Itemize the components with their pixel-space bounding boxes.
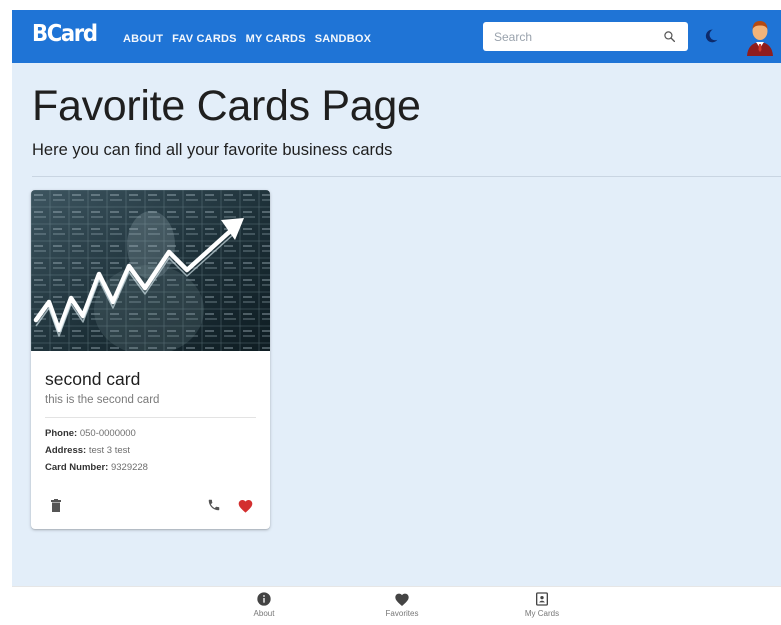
nav-my-cards[interactable]: MY CARDS <box>246 33 306 45</box>
nav-sandbox[interactable]: SANDBOX <box>315 33 371 45</box>
card-address: Address: test 3 test <box>45 445 130 456</box>
nav-about[interactable]: ABOUT <box>123 33 163 45</box>
page-title: Favorite Cards Page <box>32 82 421 130</box>
phone-icon[interactable] <box>207 498 221 512</box>
bottom-nav-my-cards[interactable]: My Cards <box>502 591 582 618</box>
card-image-stock-chart <box>31 190 270 351</box>
card-phone: Phone: 050-0000000 <box>45 428 136 439</box>
card-number-label: Card Number: <box>45 462 109 473</box>
bottom-nav-my-cards-label: My Cards <box>524 609 560 618</box>
bottom-nav: About Favorites My Cards <box>12 586 781 625</box>
bottom-nav-favorites[interactable]: Favorites <box>362 591 442 618</box>
user-avatar[interactable] <box>743 18 777 56</box>
top-nav: ABOUT FAV CARDS MY CARDS SANDBOX <box>123 33 380 45</box>
header-divider <box>32 176 781 177</box>
business-card[interactable]: second card this is the second card Phon… <box>31 190 270 529</box>
contact-card-icon <box>536 592 548 606</box>
dark-mode-icon[interactable] <box>702 27 720 45</box>
card-number: Card Number: 9329228 <box>45 462 148 473</box>
heart-icon <box>395 593 409 606</box>
page-subtitle: Here you can find all your favorite busi… <box>32 141 393 159</box>
card-number-value: 9329228 <box>110 462 148 473</box>
address-label: Address: <box>45 445 87 456</box>
bottom-nav-favorites-label: Favorites <box>385 609 419 618</box>
address-value: test 3 test <box>88 445 131 456</box>
card-subtitle: this is the second card <box>45 394 160 406</box>
search-icon[interactable] <box>663 30 676 43</box>
card-title: second card <box>45 369 141 389</box>
phone-value: 050-0000000 <box>79 428 136 439</box>
nav-fav-cards[interactable]: FAV CARDS <box>172 33 237 45</box>
search-box <box>483 22 688 51</box>
delete-icon[interactable] <box>51 499 61 512</box>
info-icon <box>257 592 271 606</box>
card-divider <box>45 417 256 418</box>
app-root: BCard ABOUT FAV CARDS MY CARDS SANDBOX F… <box>12 10 781 625</box>
logo[interactable]: BCard <box>32 21 98 47</box>
bottom-nav-about[interactable]: About <box>224 591 304 618</box>
favorite-heart-icon[interactable] <box>237 498 254 513</box>
app-bar: BCard ABOUT FAV CARDS MY CARDS SANDBOX <box>12 10 781 63</box>
bottom-nav-about-label: About <box>253 609 275 618</box>
phone-label: Phone: <box>45 428 78 439</box>
search-input[interactable] <box>483 23 653 50</box>
